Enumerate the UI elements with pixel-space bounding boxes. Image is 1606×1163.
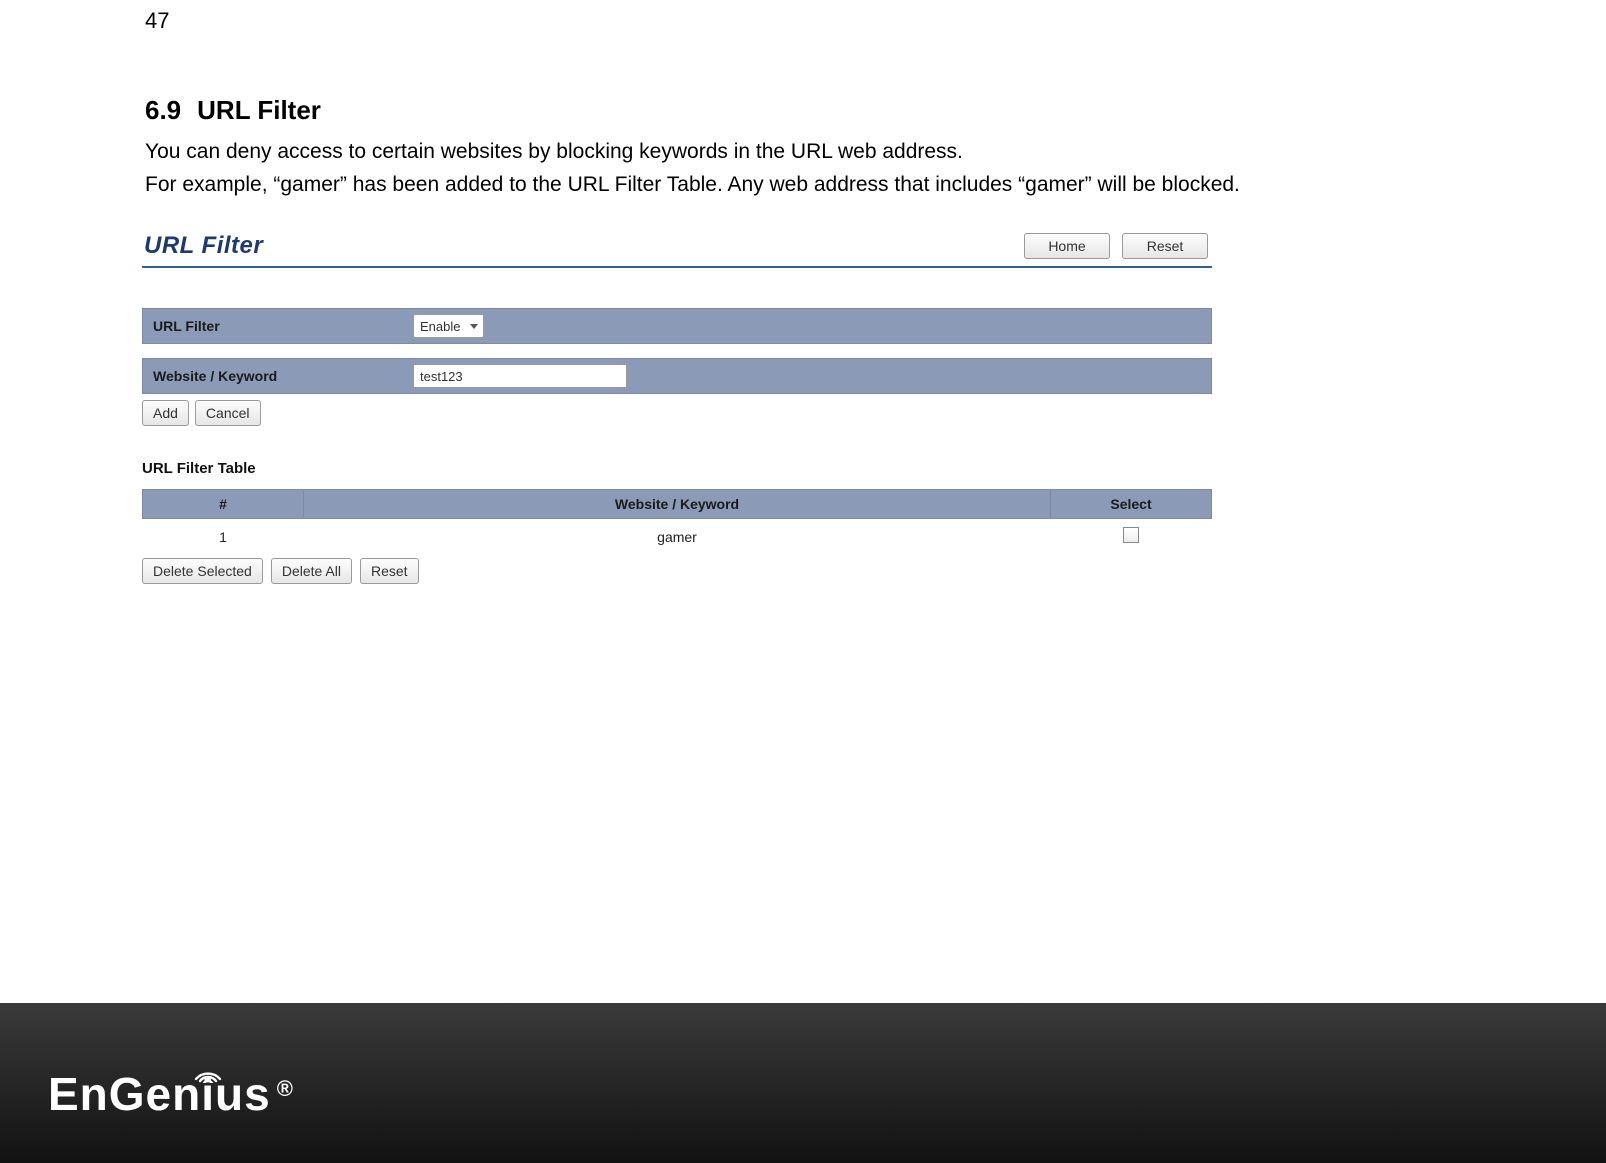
add-button[interactable]: Add — [142, 400, 189, 426]
section-number: 6.9 — [145, 95, 181, 125]
url-filter-select-wrap: Enable — [413, 314, 484, 338]
add-cancel-row: Add Cancel — [142, 394, 1212, 426]
website-keyword-input[interactable] — [413, 364, 627, 388]
cell-select — [1051, 519, 1212, 555]
delete-all-button[interactable]: Delete All — [271, 558, 352, 584]
logo-text-a: EnGen — [48, 1067, 201, 1121]
panel-top-buttons: Home Reset — [1024, 233, 1212, 259]
engenius-logo: EnGenius® — [48, 1067, 294, 1121]
url-filter-label: URL Filter — [143, 318, 413, 334]
page-number: 47 — [145, 8, 169, 34]
home-button[interactable]: Home — [1024, 233, 1110, 259]
row-checkbox[interactable] — [1123, 527, 1139, 543]
delete-selected-button[interactable]: Delete Selected — [142, 558, 263, 584]
table-header-row: # Website / Keyword Select — [143, 490, 1212, 519]
cell-index: 1 — [143, 519, 304, 555]
url-filter-row: URL Filter Enable — [142, 308, 1212, 344]
url-filter-panel: URL Filter Home Reset URL Filter Enable … — [142, 230, 1212, 584]
cancel-button[interactable]: Cancel — [195, 400, 261, 426]
logo-text-b: us — [215, 1067, 271, 1121]
col-header-select: Select — [1051, 490, 1212, 519]
intro-line-1: You can deny access to certain websites … — [145, 136, 1240, 169]
website-keyword-label: Website / Keyword — [143, 368, 413, 384]
panel-header: URL Filter Home Reset — [142, 230, 1212, 268]
url-filter-select[interactable]: Enable — [413, 314, 484, 338]
col-header-index: # — [143, 490, 304, 519]
url-filter-table: # Website / Keyword Select 1 gamer — [142, 489, 1212, 554]
section-heading: 6.9 URL Filter — [145, 95, 321, 126]
website-keyword-row: Website / Keyword — [142, 358, 1212, 394]
footer-band: EnGenius® — [0, 1003, 1606, 1163]
section-title: URL Filter — [197, 95, 321, 125]
reset-table-button[interactable]: Reset — [360, 558, 419, 584]
cell-keyword: gamer — [304, 519, 1051, 555]
url-filter-table-heading: URL Filter Table — [142, 460, 1212, 477]
registered-mark: ® — [277, 1076, 294, 1102]
intro-line-2: For example, “gamer” has been added to t… — [145, 169, 1240, 202]
col-header-keyword: Website / Keyword — [304, 490, 1051, 519]
table-row: 1 gamer — [143, 519, 1212, 555]
logo-i: i — [201, 1067, 215, 1121]
table-actions: Delete Selected Delete All Reset — [142, 554, 1212, 584]
reset-button[interactable]: Reset — [1122, 233, 1208, 259]
wifi-icon — [193, 1040, 223, 1094]
intro-text: You can deny access to certain websites … — [145, 136, 1240, 201]
panel-title: URL Filter — [142, 232, 263, 260]
